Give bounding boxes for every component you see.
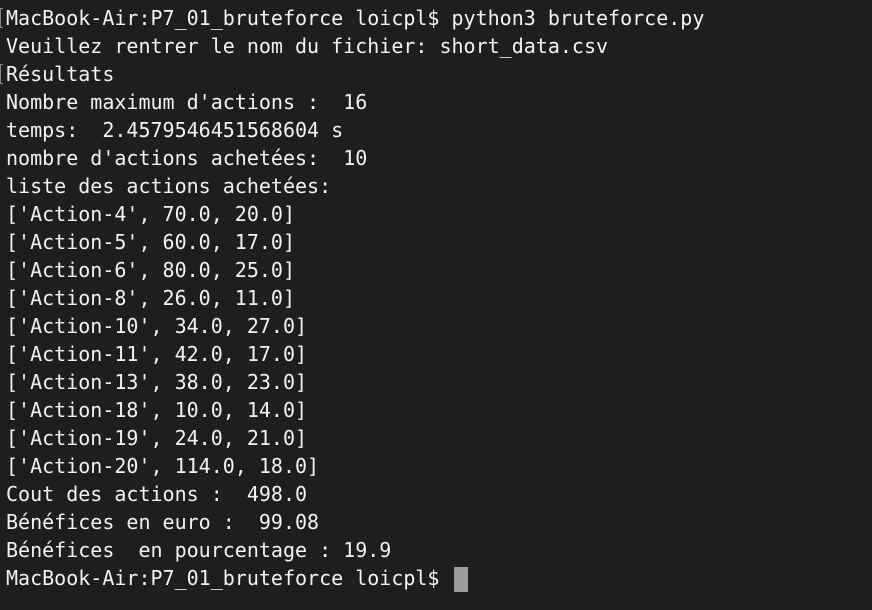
action-line: ['Action-6', 80.0, 25.0] xyxy=(6,258,295,282)
command-mark-icon xyxy=(0,8,3,28)
cursor-icon xyxy=(453,566,468,592)
output-line: Nombre maximum d'actions : 16 xyxy=(6,90,368,114)
output-line: liste des actions achetées: xyxy=(6,174,332,198)
output-line: Résultats xyxy=(6,62,115,86)
action-line: ['Action-10', 34.0, 27.0] xyxy=(6,314,308,338)
command-mark-icon xyxy=(0,64,3,84)
action-line: ['Action-8', 26.0, 11.0] xyxy=(6,286,295,310)
terminal-output: MacBook-Air:P7_01_bruteforce loicpl$ pyt… xyxy=(6,4,872,592)
action-line: ['Action-18', 10.0, 14.0] xyxy=(6,398,308,422)
action-line: ['Action-13', 38.0, 23.0] xyxy=(6,370,308,394)
action-line: ['Action-5', 60.0, 17.0] xyxy=(6,230,295,254)
output-line: Bénéfices en pourcentage : 19.9 xyxy=(6,538,392,562)
output-line: nombre d'actions achetées: 10 xyxy=(6,146,368,170)
command-line: MacBook-Air:P7_01_bruteforce loicpl$ pyt… xyxy=(6,6,705,30)
output-line: temps: 2.4579546451568604 s xyxy=(6,118,344,142)
action-line: ['Action-11', 42.0, 17.0] xyxy=(6,342,308,366)
clipped-previous-output xyxy=(150,0,220,3)
output-line: Bénéfices en euro : 99.08 xyxy=(6,510,320,534)
output-line: Cout des actions : 498.0 xyxy=(6,482,308,506)
action-line: ['Action-19', 24.0, 21.0] xyxy=(6,426,308,450)
terminal-window[interactable]: MacBook-Air:P7_01_bruteforce loicpl$ pyt… xyxy=(0,0,872,610)
action-line: ['Action-20', 114.0, 18.0] xyxy=(6,454,320,478)
prompt-line[interactable]: MacBook-Air:P7_01_bruteforce loicpl$ xyxy=(6,564,872,592)
prompt-text: MacBook-Air:P7_01_bruteforce loicpl$ xyxy=(6,566,452,590)
input-prompt-line: Veuillez rentrer le nom du fichier: shor… xyxy=(6,34,609,58)
action-line: ['Action-4', 70.0, 20.0] xyxy=(6,202,295,226)
